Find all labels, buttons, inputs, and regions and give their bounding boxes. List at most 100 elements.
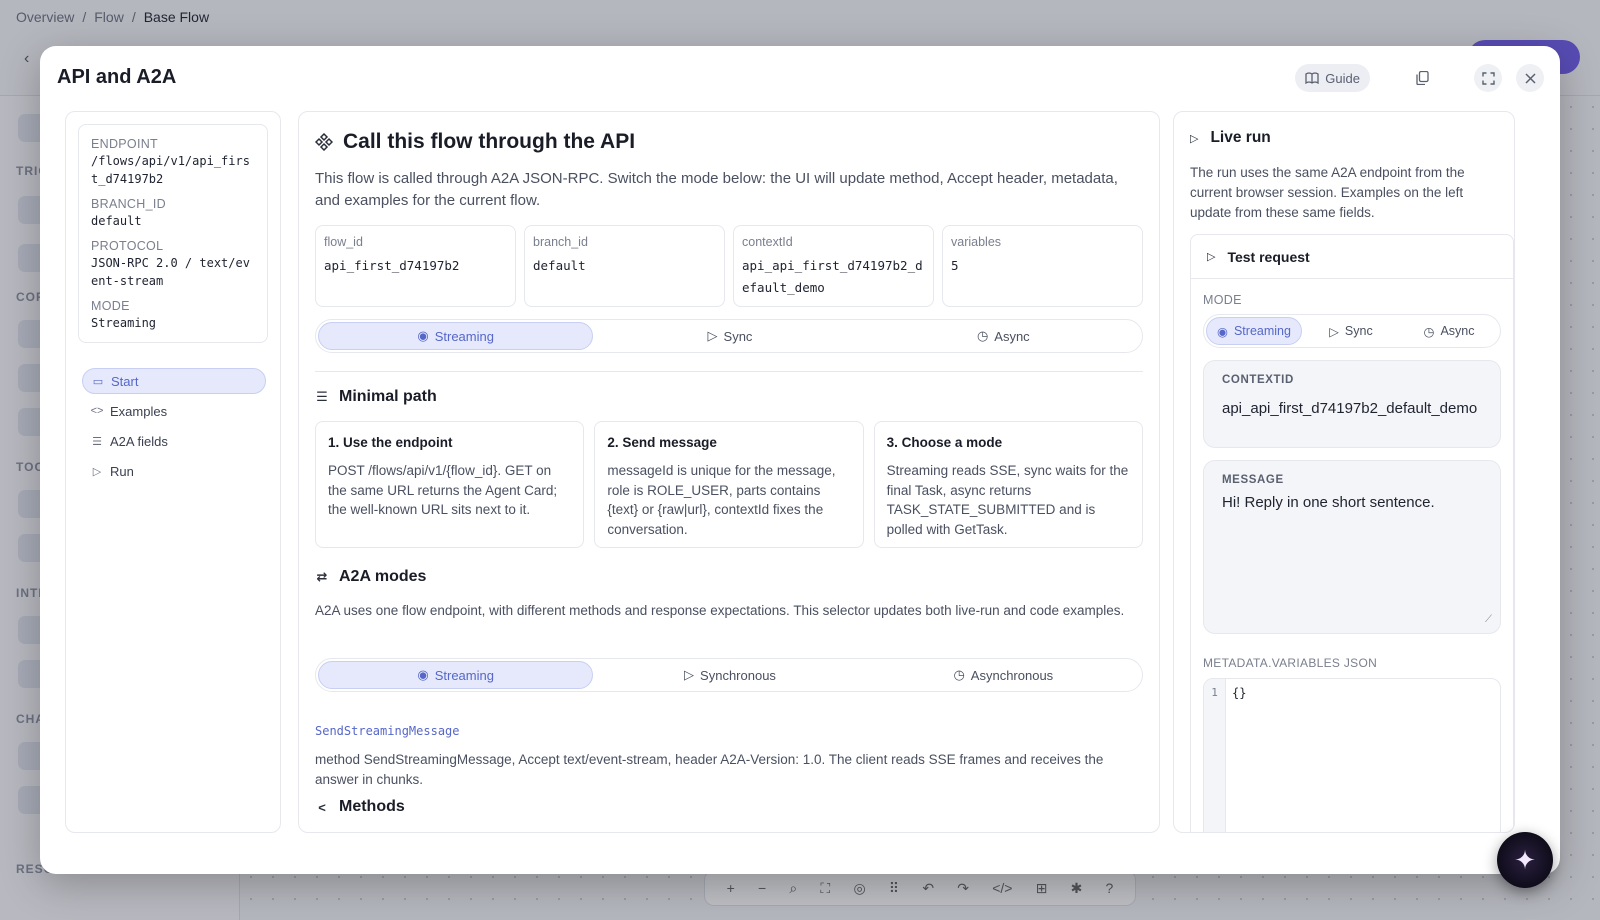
mode-label: MODE (91, 299, 130, 313)
protocol-label: PROTOCOL (91, 239, 164, 253)
tab-streaming[interactable]: ◉ Streaming (318, 661, 594, 689)
tab-sync[interactable]: ▷ Sync (1302, 317, 1400, 345)
mode-selector: ◉ Streaming ▷ Sync ◷ Async (315, 319, 1143, 353)
stat-label: branch_id (533, 235, 588, 249)
branch-id-value: default (91, 214, 142, 228)
heading-text: A2A modes (339, 568, 427, 585)
tab-label: Sync (723, 328, 753, 344)
methods-heading: < Methods (315, 798, 405, 816)
tab-label: Sync (1344, 324, 1373, 338)
clock-icon: ◷ (1423, 324, 1435, 339)
stat-value: default (533, 258, 586, 273)
live-run-title: Live run (1210, 129, 1271, 146)
ai-assistant-button[interactable]: ✦ (1497, 832, 1553, 888)
play-icon: ▷ (92, 465, 102, 478)
message-textarea[interactable]: Hi! Reply in one short sentence. (1222, 494, 1482, 511)
step-text: Streaming reads SSE, sync waits for the … (886, 463, 1129, 537)
stat-context-id: contextId api_api_first_d74197b2_default… (733, 225, 934, 307)
steps: 1. Use the endpoint POST /flows/api/v1/{… (315, 421, 1143, 548)
nav-item-label: A2A fields (110, 433, 168, 449)
page-title: Call this flow through the API (315, 130, 635, 154)
tab-label: Asynchronous (970, 667, 1054, 683)
tab-async[interactable]: ◷ Async (1400, 317, 1498, 345)
stat-flow-id: flow_id api_first_d74197b2 (315, 225, 516, 307)
tab-label: Streaming (434, 667, 494, 683)
mode-value: Streaming (91, 316, 157, 330)
tab-asynchronous[interactable]: ◷ Asynchronous (867, 661, 1140, 689)
list-icon: ☰ (316, 389, 328, 404)
a2a-modes-text: A2A uses one flow endpoint, with differe… (315, 603, 1125, 618)
heading-text: Methods (339, 798, 405, 815)
guide-label: Guide (1325, 70, 1360, 86)
minimal-path-heading: ☰ Minimal path (315, 388, 437, 406)
close-button[interactable] (1516, 64, 1544, 92)
api-icon (315, 133, 333, 151)
message-field[interactable]: MESSAGE Hi! Reply in one short sentence.… (1203, 460, 1501, 634)
step-card: 2. Send message messageId is unique for … (594, 421, 864, 548)
api-modal: API and A2A Guide ENDPOINT /flows/api/v1… (40, 46, 1560, 874)
a2a-mode-selector: ◉ Streaming ▷ Synchronous ◷ Asynchronous (315, 658, 1143, 692)
stat-label: contextId (742, 235, 793, 249)
method-name: SendStreamingMessage (315, 724, 460, 738)
nav-item-start[interactable]: ▭ Start (82, 368, 266, 394)
radio-icon: ◉ (1217, 324, 1228, 339)
endpoint-info-card: ENDPOINT /flows/api/v1/api_first_d74197b… (78, 124, 268, 343)
editor-content[interactable]: {} (1226, 679, 1252, 832)
fullscreen-button[interactable] (1474, 64, 1502, 92)
page-title-text: Call this flow through the API (343, 130, 636, 153)
tab-label: Streaming (1233, 324, 1291, 338)
tab-streaming[interactable]: ◉ Streaming (318, 322, 594, 350)
guide-button[interactable]: Guide (1295, 64, 1370, 92)
nav-item-run[interactable]: ▷ Run (82, 458, 266, 484)
stat-value: api_first_d74197b2 (324, 258, 460, 273)
protocol-value: JSON-RPC 2.0 / text/event-stream (91, 256, 250, 288)
metadata-json-editor[interactable]: 1 {} (1203, 678, 1501, 832)
live-run-heading: ▷ Live run (1190, 129, 1271, 147)
nav-item-label: Examples (110, 403, 168, 419)
step-card: 1. Use the endpoint POST /flows/api/v1/{… (315, 421, 585, 548)
radio-icon: ◉ (417, 328, 429, 343)
tab-label: Async (994, 328, 1030, 344)
context-id-input[interactable]: api_api_first_d74197b2_default_demo (1222, 400, 1482, 417)
endpoint-label: ENDPOINT (91, 137, 158, 151)
mode-label: MODE (1203, 293, 1242, 307)
tab-streaming[interactable]: ◉ Streaming (1206, 317, 1302, 345)
send-icon: ▷ (707, 328, 718, 343)
tab-synchronous[interactable]: ▷ Synchronous (593, 661, 866, 689)
test-request-header[interactable]: ▷ Test request (1191, 235, 1513, 279)
stat-label: flow_id (324, 235, 363, 249)
expand-icon (1481, 71, 1495, 85)
a2a-modes-heading: ⇄ A2A modes (315, 568, 427, 586)
copy-button[interactable] (1408, 64, 1436, 92)
share-icon: < (318, 799, 326, 815)
tab-sync[interactable]: ▷ Sync (593, 322, 866, 350)
flow-stats: flow_id api_first_d74197b2 branch_id def… (315, 225, 1143, 307)
list-icon: ☰ (92, 435, 102, 448)
field-label: MESSAGE (1222, 474, 1284, 486)
code-icon: <> (90, 405, 104, 417)
clock-icon: ◷ (953, 667, 965, 682)
stat-branch-id: branch_id default (524, 225, 725, 307)
tab-async[interactable]: ◷ Async (867, 322, 1140, 350)
live-run-description: The run uses the same A2A endpoint from … (1190, 165, 1465, 220)
nav-item-examples[interactable]: <> Examples (82, 398, 266, 424)
step-text: messageId is unique for the message, rol… (607, 463, 836, 537)
radio-icon: ◉ (417, 667, 429, 682)
step-card: 3. Choose a mode Streaming reads SSE, sy… (873, 421, 1143, 548)
stat-value: 5 (951, 258, 959, 273)
clock-icon: ◷ (976, 328, 989, 343)
context-id-field[interactable]: CONTEXTID api_api_first_d74197b2_default… (1203, 360, 1501, 448)
nav-item-a2a-fields[interactable]: ☰ A2A fields (82, 428, 266, 454)
section-nav: ▭ Start <> Examples ☰ A2A fields ▷ Run (82, 368, 266, 488)
resize-handle-icon[interactable]: ⟋ (1485, 614, 1492, 625)
line-number: 1 (1204, 679, 1226, 832)
swap-icon: ⇄ (316, 569, 328, 584)
sparkle-icon: ✦ (1514, 844, 1536, 875)
stat-value: api_api_first_d74197b2_default_demo (742, 258, 923, 295)
send-icon: ▷ (1329, 324, 1339, 339)
step-text: POST /flows/api/v1/{flow_id}. GET on the… (328, 463, 558, 517)
tab-label: Synchronous (700, 667, 776, 683)
book-icon (1305, 72, 1319, 84)
heading-text: Minimal path (339, 388, 437, 405)
live-run-panel: ▷ Live run The run uses the same A2A end… (1173, 111, 1515, 833)
